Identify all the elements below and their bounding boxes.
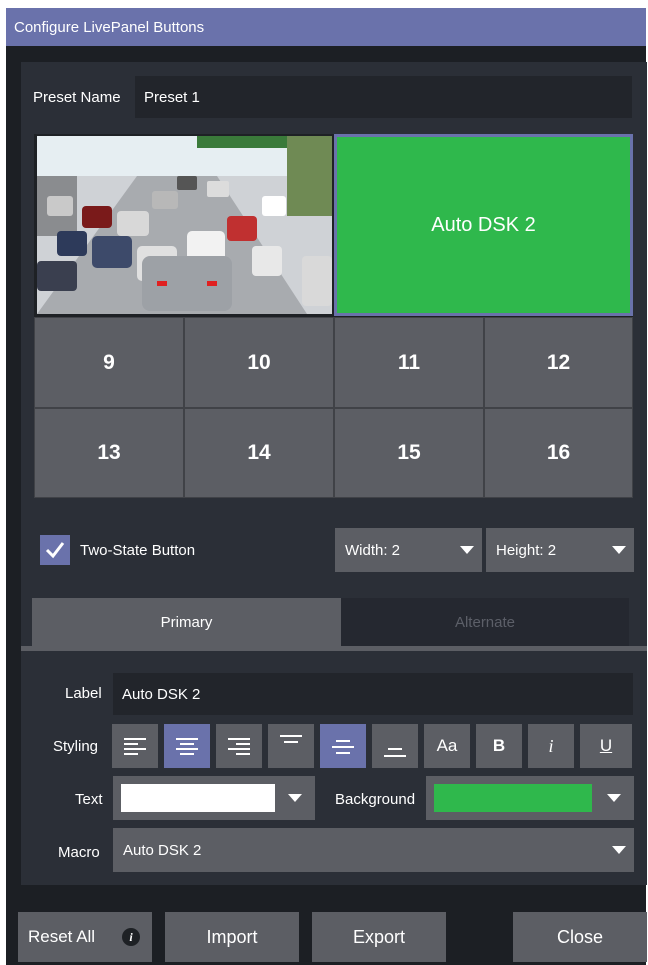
- valign-middle-icon: [332, 740, 354, 754]
- macro-value: Auto DSK 2: [123, 841, 202, 859]
- window-title: Configure LivePanel Buttons: [14, 19, 205, 36]
- valign-bottom-icon: [384, 748, 406, 757]
- preset-name-label: Preset Name: [33, 89, 121, 106]
- width-value: Width: 2: [345, 541, 401, 559]
- grid-cell-14[interactable]: 14: [184, 408, 334, 498]
- valign-top-button[interactable]: [268, 724, 314, 768]
- underline-button[interactable]: U: [580, 724, 632, 768]
- tab-primary[interactable]: Primary: [32, 598, 341, 646]
- close-button[interactable]: Close: [513, 912, 647, 962]
- label-input[interactable]: Auto DSK 2: [113, 673, 633, 715]
- grid-cell-13[interactable]: 13: [34, 408, 184, 498]
- export-button[interactable]: Export: [312, 912, 446, 962]
- chevron-down-icon: [460, 546, 474, 554]
- traffic-image[interactable]: [37, 136, 332, 314]
- two-state-label: Two-State Button: [80, 542, 196, 559]
- align-right-button[interactable]: [216, 724, 262, 768]
- grid-cell-16[interactable]: 16: [484, 408, 633, 498]
- grid-cell-11[interactable]: 11: [334, 317, 484, 408]
- text-color-swatch: [121, 784, 275, 812]
- background-color-label: Background: [335, 791, 416, 808]
- text-color-picker[interactable]: [113, 776, 315, 820]
- import-button[interactable]: Import: [165, 912, 299, 962]
- background-color-picker[interactable]: [426, 776, 634, 820]
- styling-label: Styling: [53, 738, 99, 755]
- chevron-down-icon: [288, 794, 302, 802]
- background-color-swatch: [434, 784, 592, 812]
- reset-all-button[interactable]: Reset All i: [18, 912, 152, 962]
- italic-button[interactable]: i: [528, 724, 574, 768]
- chevron-down-icon: [607, 794, 621, 802]
- label-field-label: Label: [65, 685, 102, 702]
- info-icon[interactable]: i: [122, 928, 140, 946]
- checkmark-icon: [45, 542, 65, 559]
- traffic-photo-icon: [37, 136, 332, 314]
- grid-cell-15[interactable]: 15: [334, 408, 484, 498]
- grid-cell-9[interactable]: 9: [34, 317, 184, 408]
- bold-button[interactable]: B: [476, 724, 522, 768]
- text-color-label: Text: [75, 791, 103, 808]
- two-state-checkbox[interactable]: [40, 535, 70, 565]
- grid-cell-10[interactable]: 10: [184, 317, 334, 408]
- auto-dsk-label: Auto DSK 2: [431, 213, 536, 236]
- height-dropdown[interactable]: Height: 2: [486, 528, 634, 572]
- tab-underline: [21, 646, 647, 651]
- valign-bottom-button[interactable]: [372, 724, 418, 768]
- align-center-icon: [176, 738, 198, 755]
- auto-dsk-button-preview[interactable]: Auto DSK 2: [334, 134, 633, 316]
- chevron-down-icon: [612, 546, 626, 554]
- valign-top-icon: [280, 735, 302, 743]
- macro-label: Macro: [58, 844, 100, 861]
- font-button[interactable]: Aa: [424, 724, 470, 768]
- macro-dropdown[interactable]: Auto DSK 2: [113, 828, 634, 872]
- valign-middle-button[interactable]: [320, 724, 366, 768]
- align-right-icon: [228, 738, 250, 755]
- height-value: Height: 2: [496, 541, 557, 559]
- grid-cell-12[interactable]: 12: [484, 317, 633, 408]
- tab-alternate[interactable]: Alternate: [341, 598, 629, 646]
- align-center-button[interactable]: [164, 724, 210, 768]
- reset-all-label: Reset All: [28, 927, 96, 946]
- chevron-down-icon: [612, 846, 626, 854]
- preset-name-input[interactable]: Preset 1: [135, 76, 632, 118]
- align-left-icon: [124, 738, 146, 755]
- width-dropdown[interactable]: Width: 2: [335, 528, 482, 572]
- align-left-button[interactable]: [112, 724, 158, 768]
